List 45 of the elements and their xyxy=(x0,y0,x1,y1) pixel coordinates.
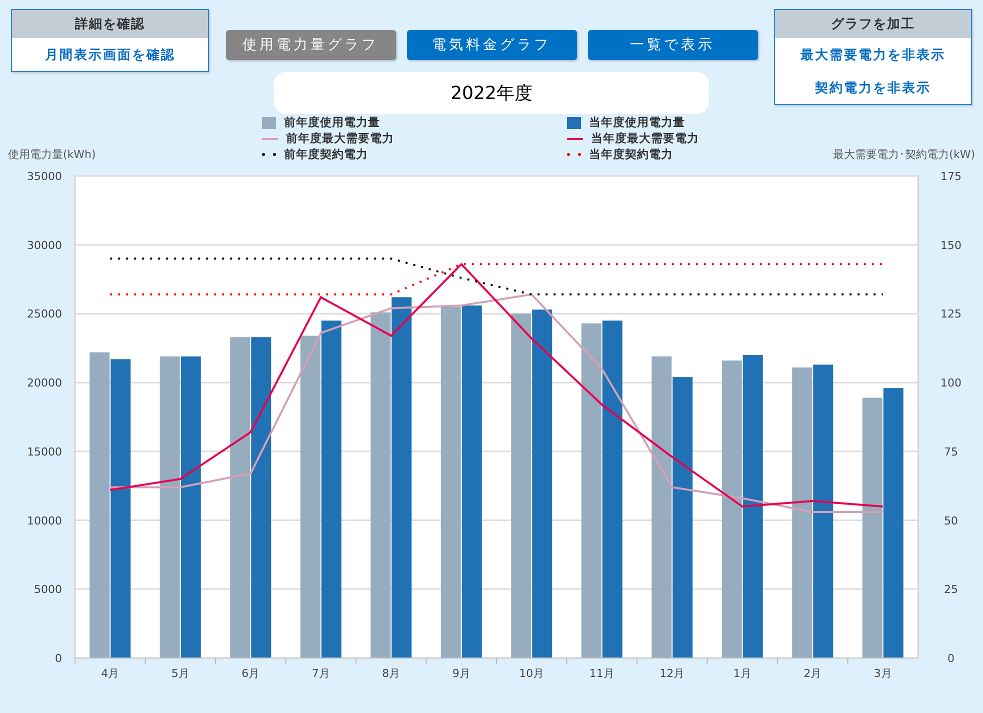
graph-tab[interactable]: 使用電力量グラフ xyxy=(226,30,396,60)
right-axis-tick: 50 xyxy=(944,514,958,528)
month-label: 10月 xyxy=(519,667,544,680)
legend-label: 当年度使用電力量 xyxy=(588,115,685,130)
legend-label: 当年度契約電力 xyxy=(588,147,673,162)
month-label: 12月 xyxy=(660,667,685,680)
month-label: 7月 xyxy=(312,667,330,680)
right-axis-tick: 125 xyxy=(940,308,962,321)
right-axis-tick: 75 xyxy=(944,445,958,458)
month-label: 3月 xyxy=(874,667,892,680)
legend-label: 前年度最大需要電力 xyxy=(286,131,394,146)
left-axis-tick: 10000 xyxy=(27,514,62,528)
legend-label: 前年度契約電力 xyxy=(284,147,368,162)
legend-label: 前年度使用電力量 xyxy=(284,115,380,130)
graph-tab[interactable]: 一覧で表示 xyxy=(588,30,758,60)
month-label: 11月 xyxy=(589,667,614,680)
right-axis-tick: 0 xyxy=(948,652,954,665)
left-axis-tick: 15000 xyxy=(27,445,62,458)
graph-option-link[interactable]: 最大需要電力を非表示 xyxy=(775,38,971,71)
month-label: 1月 xyxy=(733,667,752,680)
left-axis-tick: 5000 xyxy=(34,583,62,596)
month-label: 9月 xyxy=(452,667,470,680)
panel-header: グラフを加工 xyxy=(775,10,971,38)
left-axis-tick: 25000 xyxy=(27,308,62,321)
right-axis-tick: 175 xyxy=(940,170,962,183)
legend-label: 当年度最大需要電力 xyxy=(590,131,699,146)
left-axis-tick: 0 xyxy=(55,652,62,665)
graph-tab[interactable]: 電気料金グラフ xyxy=(406,30,576,60)
left-axis-tick: 35000 xyxy=(27,170,62,183)
monthly-view-link[interactable]: 月間表示画面を確認 xyxy=(12,38,208,71)
left-axis-tick: 20000 xyxy=(27,376,62,390)
left-axis-title: 使用電力量(kWh) xyxy=(8,147,96,162)
right-axis-tick: 25 xyxy=(944,583,958,596)
fiscal-year-title: 2022年度 xyxy=(274,72,709,114)
right-axis-title: 最大需要電力･契約電力(kW) xyxy=(833,147,975,162)
month-label: 2月 xyxy=(804,667,822,680)
month-label: 6月 xyxy=(242,667,260,680)
panel-header: 詳細を確認 xyxy=(12,10,208,38)
right-axis-tick: 100 xyxy=(940,376,962,390)
left-axis-tick: 30000 xyxy=(27,238,62,252)
month-label: 8月 xyxy=(382,667,400,680)
month-label: 4月 xyxy=(101,667,120,680)
month-label: 5月 xyxy=(171,667,190,680)
graph-option-link[interactable]: 契約電力を非表示 xyxy=(775,71,971,104)
right-axis-tick: 150 xyxy=(940,238,962,252)
